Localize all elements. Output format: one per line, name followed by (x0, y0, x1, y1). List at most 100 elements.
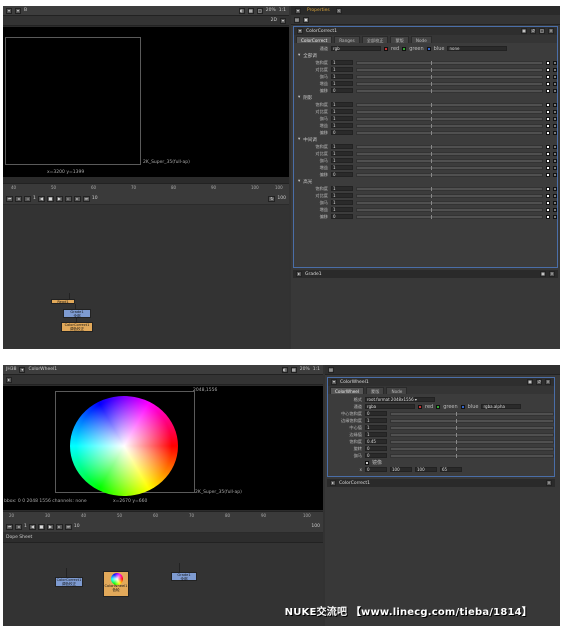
last-frame-icon[interactable]: ⏭ (82, 195, 90, 202)
colorwheel-node[interactable]: ColorWheel1 色轮 (103, 571, 129, 597)
collapse-triangle-icon[interactable]: ▾ (298, 95, 300, 100)
param-value[interactable]: 1 (331, 165, 353, 170)
color-swatch-icon[interactable] (546, 130, 550, 135)
play-icon[interactable]: ▶ (46, 523, 54, 530)
collapse-icon[interactable]: ▾ (331, 379, 337, 385)
zoom-ratio[interactable]: 1:1 (313, 367, 320, 372)
read-node[interactable]: Read1 (51, 299, 75, 304)
loop-icon[interactable]: ↻ (268, 195, 276, 202)
param-slider[interactable] (356, 151, 543, 156)
green-checkbox[interactable] (402, 46, 407, 51)
param-slider[interactable] (356, 207, 543, 212)
tool-icon[interactable]: ▸ (6, 376, 12, 383)
animation-icon[interactable] (553, 193, 557, 198)
animation-icon[interactable] (553, 158, 557, 163)
float-icon[interactable]: □ (539, 28, 545, 34)
first-frame-icon[interactable]: ⏮ (6, 195, 13, 202)
red-checkbox[interactable] (384, 46, 388, 51)
animation-icon[interactable] (553, 144, 557, 149)
zoom-level[interactable]: 20% (300, 367, 310, 372)
x2-field[interactable]: 100 (390, 467, 412, 472)
animation-icon[interactable] (553, 60, 557, 65)
param-slider[interactable] (356, 165, 543, 170)
color-swatch-icon[interactable] (546, 186, 550, 191)
color-swatch-icon[interactable] (546, 81, 550, 86)
param-value[interactable]: 0 (365, 446, 387, 451)
tab-dope-sheet[interactable]: Dope Sheet (6, 535, 32, 540)
animation-icon[interactable] (553, 116, 557, 121)
tab-colorwheel[interactable]: ColorWheel (330, 387, 365, 394)
revert-icon[interactable]: ↺ (530, 28, 536, 34)
color-swatch-icon[interactable] (546, 144, 550, 149)
animation-icon[interactable] (553, 151, 557, 156)
animation-icon[interactable] (553, 186, 557, 191)
alpha-dropdown[interactable]: none (447, 46, 508, 51)
gain-icon[interactable]: ◐ (281, 366, 288, 373)
first-frame-icon[interactable]: ⏮ (6, 523, 13, 530)
param-value[interactable]: 1 (331, 193, 353, 198)
red-checkbox[interactable] (418, 404, 422, 409)
param-slider[interactable] (390, 446, 554, 451)
close-panel-icon[interactable]: × (548, 28, 554, 34)
param-value[interactable]: 0 (331, 214, 353, 219)
viewer-name[interactable]: JH38 (6, 367, 16, 372)
param-slider[interactable] (356, 109, 543, 114)
next-key-icon[interactable]: ▸ (55, 523, 63, 530)
color-swatch-icon[interactable] (546, 102, 550, 107)
green-checkbox[interactable] (436, 404, 441, 409)
color-icon[interactable]: ◉ (527, 379, 533, 385)
tab-node[interactable]: Node (386, 387, 408, 394)
color-swatch-icon[interactable] (546, 123, 550, 128)
param-value[interactable]: 0.45 (365, 439, 387, 444)
viewer-canvas[interactable]: 2048,1556 2K_Super_35(full-ap) bbox: 0 0… (3, 386, 323, 510)
expand-icon[interactable]: ▸ (296, 271, 302, 277)
param-slider[interactable] (356, 200, 543, 205)
tab-colorcorrect[interactable]: ColorCorrect (296, 36, 333, 43)
play-icon[interactable]: ▶ (55, 195, 63, 202)
clear-panels-icon[interactable]: ▤ (328, 366, 334, 373)
clear-panels-icon[interactable]: ▤ (294, 16, 300, 23)
param-slider[interactable] (390, 439, 554, 444)
param-value[interactable]: 0 (365, 411, 387, 416)
grade-node[interactable]: Grade1 全部 (171, 572, 197, 581)
channels-dropdown[interactable]: rgb (331, 46, 381, 51)
animation-icon[interactable] (553, 200, 557, 205)
param-slider[interactable] (356, 102, 543, 107)
param-value[interactable]: 1 (331, 123, 353, 128)
animation-icon[interactable] (553, 102, 557, 107)
animation-icon[interactable] (553, 81, 557, 86)
color-swatch-icon[interactable] (546, 116, 550, 121)
channel-dropdown[interactable]: ▾ (6, 7, 12, 14)
prev-key-icon[interactable]: ◂ (15, 523, 22, 530)
param-value[interactable]: 0 (331, 88, 353, 93)
expand-icon[interactable]: ▸ (330, 480, 336, 486)
param-slider[interactable] (356, 123, 543, 128)
param-slider[interactable] (356, 193, 543, 198)
param-value[interactable]: 1 (331, 109, 353, 114)
param-value[interactable]: 1 (365, 432, 387, 437)
param-slider[interactable] (390, 411, 554, 416)
animation-icon[interactable] (553, 207, 557, 212)
color-swatch-icon[interactable] (546, 207, 550, 212)
color-swatch-icon[interactable] (546, 193, 550, 198)
next-frame-icon[interactable]: ▹ (64, 195, 72, 202)
step-field[interactable]: 10 (74, 524, 80, 529)
colorcorrect-node[interactable]: ColorCorrect1 调色校正 (55, 577, 83, 587)
fps-field[interactable]: 100 (311, 524, 320, 529)
param-slider[interactable] (390, 418, 554, 423)
param-value[interactable]: 1 (331, 74, 353, 79)
y-field[interactable]: 100 (415, 467, 437, 472)
collapse-triangle-icon[interactable]: ▾ (298, 137, 300, 142)
output-dropdown[interactable]: rgba (365, 404, 415, 409)
mirror-checkbox[interactable] (365, 460, 369, 465)
pane-menu-icon[interactable]: ▾ (295, 7, 301, 14)
tab-global[interactable]: 全部校正 (361, 36, 389, 43)
stop-icon[interactable]: ■ (46, 195, 54, 202)
animation-icon[interactable] (553, 88, 557, 93)
stop-icon[interactable]: ■ (37, 523, 45, 530)
tab-ranges[interactable]: Ranges (334, 36, 360, 43)
param-value[interactable]: 1 (331, 60, 353, 65)
animation-icon[interactable] (553, 165, 557, 170)
gain-icon[interactable]: ◐ (238, 7, 245, 14)
input-node-name[interactable]: ColorWheel1 (28, 367, 57, 372)
